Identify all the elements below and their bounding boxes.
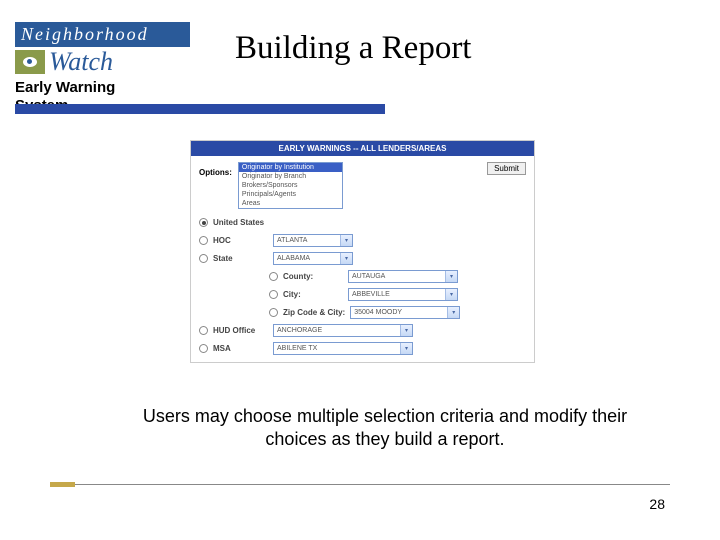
chevron-down-icon: ▾ [340,235,352,246]
options-label: Options: [199,162,232,177]
form-body: Options: Originator by Institution Origi… [191,156,534,362]
chevron-down-icon: ▾ [445,289,457,300]
state-dropdown[interactable]: ALABAMA ▾ [273,252,353,265]
dropdown-value: ATLANTA [274,237,340,244]
chevron-down-icon: ▾ [400,343,412,354]
radio-rows: United States HOC ATLANTA ▾ State ALABAM… [199,215,526,356]
hoc-dropdown[interactable]: ATLANTA ▾ [273,234,353,247]
dropdown-value: 35004 MOODY [351,309,447,316]
row-hoc: HOC ATLANTA ▾ [199,233,526,248]
hud-dropdown[interactable]: ANCHORAGE ▾ [273,324,413,337]
dropdown-value: ANCHORAGE [274,327,400,334]
underline-bar [15,104,385,114]
radio-city[interactable] [269,290,278,299]
neighborhood-watch-logo: Neighborhood Watch [15,22,220,72]
row-hud-office: HUD Office ANCHORAGE ▾ [199,323,526,338]
radio-county[interactable] [269,272,278,281]
logo-bottom-row: Watch [15,47,220,77]
county-dropdown[interactable]: AUTAUGA ▾ [348,270,458,283]
radio-label: MSA [213,344,268,353]
radio-label: State [213,254,268,263]
dropdown-value: ABBEVILLE [349,291,445,298]
row-msa: MSA ABILENE TX ▾ [199,341,526,356]
options-row: Options: Originator by Institution Origi… [199,162,526,209]
chevron-down-icon: ▾ [447,307,459,318]
radio-label: United States [213,218,268,227]
footer-accent [50,482,75,487]
slide: Neighborhood Watch Early Warning System … [0,0,720,540]
logo-watch-text: Watch [49,47,113,77]
zip-dropdown[interactable]: 35004 MOODY ▾ [350,306,460,319]
dropdown-value: AUTAUGA [349,273,445,280]
row-zip: Zip Code & City: 35004 MOODY ▾ [269,305,526,320]
msa-dropdown[interactable]: ABILENE TX ▾ [273,342,413,355]
sub-label: County: [283,272,343,281]
page-title: Building a Report [235,30,471,67]
row-state: State ALABAMA ▾ [199,251,526,266]
listbox-item[interactable]: Originator by Institution [239,163,342,172]
dropdown-value: ABILENE TX [274,345,400,352]
dropdown-value: ALABAMA [274,255,340,262]
radio-hoc[interactable] [199,236,208,245]
row-united-states: United States [199,215,526,230]
submit-button[interactable]: Submit [487,162,526,175]
form-header: EARLY WARNINGS -- ALL LENDERS/AREAS [191,141,534,156]
radio-msa[interactable] [199,344,208,353]
radio-united-states[interactable] [199,218,208,227]
options-listbox[interactable]: Originator by Institution Originator by … [238,162,343,209]
sub-label: City: [283,290,343,299]
row-county: County: AUTAUGA ▾ [269,269,526,284]
row-city: City: ABBEVILLE ▾ [269,287,526,302]
radio-label: HOC [213,236,268,245]
listbox-item[interactable]: Principals/Agents [239,190,342,199]
logo-top-text: Neighborhood [15,22,190,47]
page-number: 28 [649,496,665,512]
slide-caption: Users may choose multiple selection crit… [110,405,660,452]
listbox-item[interactable]: Brokers/Sponsors [239,181,342,190]
chevron-down-icon: ▾ [400,325,412,336]
chevron-down-icon: ▾ [340,253,352,264]
radio-hud-office[interactable] [199,326,208,335]
radio-state[interactable] [199,254,208,263]
sub-label: Zip Code & City: [283,308,345,317]
footer-divider [50,484,670,485]
listbox-item[interactable]: Areas [239,199,342,208]
radio-zip[interactable] [269,308,278,317]
chevron-down-icon: ▾ [445,271,457,282]
city-dropdown[interactable]: ABBEVILLE ▾ [348,288,458,301]
report-form-panel: EARLY WARNINGS -- ALL LENDERS/AREAS Opti… [190,140,535,363]
listbox-item[interactable]: Originator by Branch [239,172,342,181]
eye-icon [15,50,45,74]
radio-label: HUD Office [213,326,268,335]
